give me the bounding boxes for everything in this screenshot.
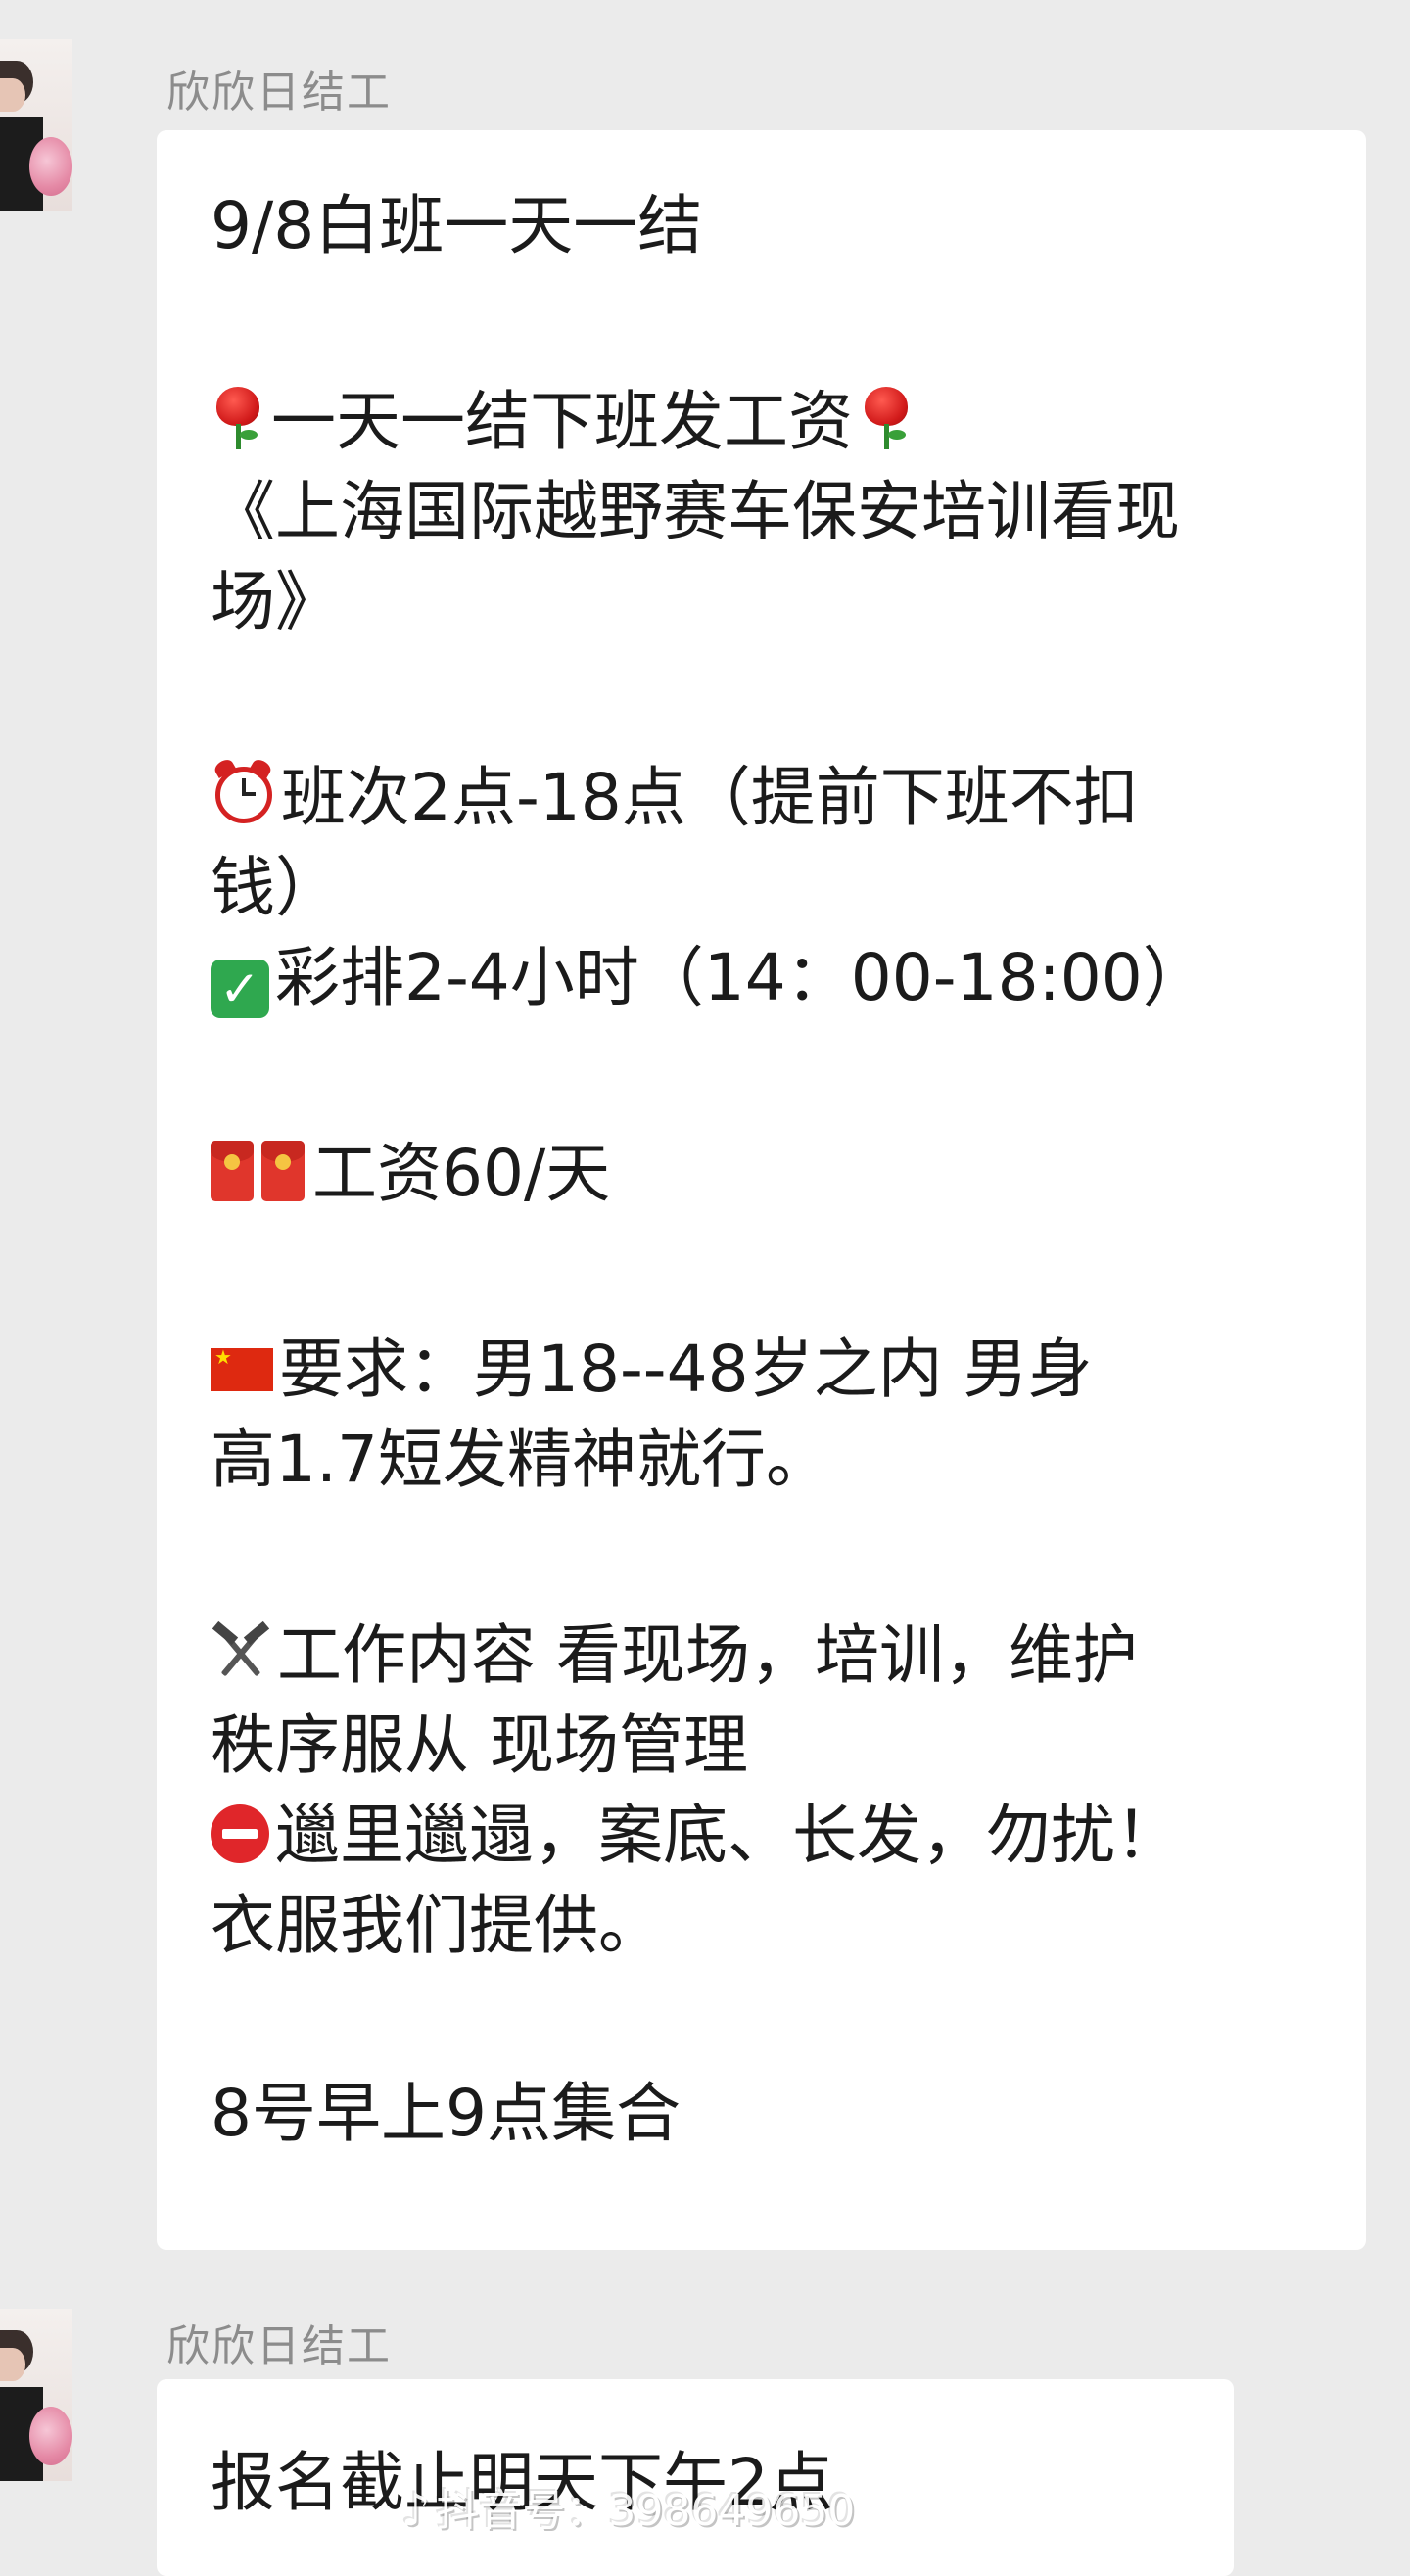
avatar-flower [29,137,72,196]
message-line-requirements: 要求：男18--48岁之内 男身 [211,1325,1305,1415]
douyin-logo-icon: ♪ [401,2483,431,2536]
red-envelope-icon [211,1141,254,1201]
avatar-face [0,2348,25,2381]
check-mark-icon: ✓ [211,960,269,1018]
message-line: 《上海国际越野赛车保安培训看现 [211,474,1180,549]
wage-text: 工资60/天 [312,1136,611,1211]
message-line: 9/8白班一天一结 [211,188,703,263]
rehearsal-text: 彩排2-4小时（14：00-18:00） [275,940,1207,1015]
requirements-text: 要求：男18--48岁之内 男身 [279,1332,1093,1407]
china-flag-icon [211,1346,273,1391]
restrictions-text: 邋里邋遢，案底、长发，勿扰！ [275,1798,1180,1873]
hammer-pick-icon [211,1620,271,1683]
headline-text: 一天一结下班发工资 [271,384,853,459]
message-line: 衣服我们提供。 [211,1888,663,1963]
avatar-flower [29,2407,72,2465]
message-line: 秩序服从 现场管理 [211,1708,748,1783]
message-line-assembly: 8号早上9点集合 [211,2076,681,2151]
message-line-wage: 工资60/天 [211,1129,1305,1219]
rose-icon [859,385,914,449]
red-envelope-icon [261,1141,305,1201]
watermark-text: 抖音号：398649650 [436,2486,856,2536]
message-line: 场》 [211,564,340,639]
message-line-shift: 班次2点-18点（提前下班不扣 [211,753,1305,843]
rose-icon [211,385,265,449]
message-line-duties: 工作内容 看现场，培训，维护 [211,1611,1305,1701]
no-entry-icon [211,1804,269,1863]
sender-avatar[interactable] [0,39,72,211]
message-bubble[interactable]: 9/8白班一天一结 一天一结下班发工资 《上海国际越野赛车保安培训看现 场》 班… [157,130,1366,2250]
message-line: 钱） [211,850,340,925]
avatar-face [0,78,25,112]
shift-text: 班次2点-18点（提前下班不扣 [281,760,1139,835]
duties-text: 工作内容 看现场，培训，维护 [277,1617,1138,1693]
sender-name: 欣欣日结工 [166,2321,392,2371]
douyin-watermark: ♪ 抖音号：398649650 [401,2475,855,2538]
message-line-rehearsal: ✓ 彩排2-4小时（14：00-18:00） [211,933,1305,1023]
alarm-clock-icon [211,756,275,825]
sender-avatar[interactable] [0,2309,72,2481]
message-line-restrictions: 邋里邋遢，案底、长发，勿扰！ [211,1791,1305,1881]
sender-name: 欣欣日结工 [166,68,392,117]
message-line: 高1.7短发精神就行。 [211,1422,830,1497]
message-line-salary-headline: 一天一结下班发工资 [211,377,1305,467]
